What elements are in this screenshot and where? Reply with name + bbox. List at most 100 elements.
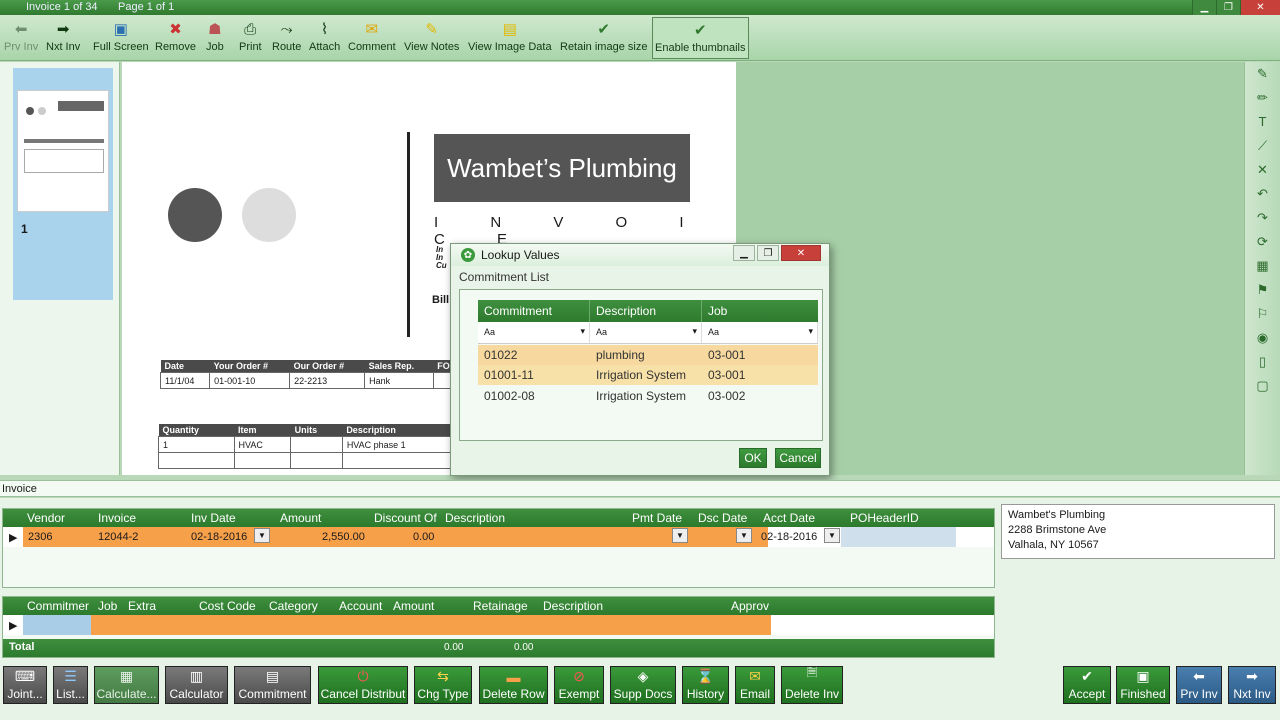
inv-date-cell[interactable]: 02-18-2016 bbox=[191, 531, 247, 543]
email-button[interactable]: ✉ Email bbox=[735, 666, 775, 704]
comment-button[interactable]: ✉ Comment bbox=[348, 17, 396, 59]
invoice-cell[interactable]: 12044-2 bbox=[98, 531, 138, 543]
column-job[interactable]: Job bbox=[702, 300, 818, 322]
paperclip-icon: ⌇ bbox=[320, 20, 329, 38]
restore-icon[interactable]: ❐ bbox=[1216, 0, 1240, 15]
list-button[interactable]: ☰ List... bbox=[53, 666, 88, 704]
discount-cell[interactable]: 0.00 bbox=[413, 531, 434, 543]
row-indicator: ▶ bbox=[9, 620, 18, 632]
finished-button[interactable]: ▣ Finished bbox=[1116, 666, 1170, 704]
page-thumbnail[interactable]: 1 bbox=[13, 68, 113, 300]
calculate-button[interactable]: ▦ Calculate... bbox=[94, 666, 159, 704]
bill-to-label: Bill bbox=[432, 294, 450, 306]
prev-invoice-button[interactable]: ⬅ Prv Inv bbox=[4, 17, 38, 59]
row-indicator: ▶ bbox=[9, 532, 18, 544]
close-icon[interactable]: ✕ bbox=[1240, 0, 1280, 15]
column-description[interactable]: Description bbox=[590, 300, 702, 322]
change-type-icon: ⇆ bbox=[437, 668, 449, 684]
view-image-data-button[interactable]: ▤ View Image Data bbox=[468, 17, 552, 59]
attach-button[interactable]: ⌇ Attach bbox=[309, 17, 340, 59]
remove-button[interactable]: ✖ Remove bbox=[155, 17, 196, 59]
table-row[interactable]: ▶ 2306 12044-2 02-18-2016 ▼ 2,550.00 0.0… bbox=[3, 527, 994, 547]
amount-cell[interactable]: 2,550.00 bbox=[322, 531, 365, 543]
rotate-icon[interactable]: ⟳ bbox=[1251, 233, 1275, 251]
column-commitment[interactable]: Commitment bbox=[478, 300, 590, 322]
commitment-filter[interactable]: Aa bbox=[478, 322, 590, 343]
restore-icon[interactable]: ❐ bbox=[757, 245, 779, 261]
minimize-icon[interactable]: ▁ bbox=[1192, 0, 1216, 15]
history-button[interactable]: ⌛ History bbox=[682, 666, 729, 704]
frame-icon[interactable]: ▢ bbox=[1251, 377, 1275, 395]
cancel-distribution-button[interactable]: ⏻ Cancel Distribut bbox=[318, 666, 408, 704]
enable-thumbnails-toggle[interactable]: ✔ Enable thumbnails bbox=[652, 17, 749, 59]
next-invoice-bottom-button[interactable]: ➡ Nxt Inv bbox=[1228, 666, 1276, 704]
job-filter[interactable]: Aa bbox=[702, 322, 818, 343]
invoice-grid-header: Vendor Invoice Inv Date Amount Discount … bbox=[3, 509, 994, 527]
tag-icon[interactable]: ⚐ bbox=[1251, 305, 1275, 323]
prev-invoice-bottom-button[interactable]: ⬅ Prv Inv bbox=[1176, 666, 1222, 704]
description-filter[interactable]: Aa bbox=[590, 322, 702, 343]
inv-date-dropdown[interactable]: ▼ bbox=[254, 528, 270, 543]
erase-icon[interactable]: ◉ bbox=[1251, 329, 1275, 347]
change-type-button[interactable]: ⇆ Chg Type bbox=[414, 666, 472, 704]
table-row[interactable]: ▶ bbox=[3, 615, 994, 635]
notes-icon: ✎ bbox=[425, 20, 438, 38]
acct-date-dropdown[interactable]: ▼ bbox=[824, 528, 840, 543]
route-icon: ⤳ bbox=[280, 20, 293, 38]
text-icon[interactable]: T bbox=[1251, 113, 1275, 131]
accept-button[interactable]: ✔ Accept bbox=[1063, 666, 1111, 704]
view-notes-button[interactable]: ✎ View Notes bbox=[404, 17, 459, 59]
acct-date-cell[interactable]: 02-18-2016 bbox=[761, 531, 817, 543]
commitment-button[interactable]: ▤ Commitment bbox=[234, 666, 311, 704]
list-item[interactable]: 01002-08 Irrigation System 03-002 bbox=[478, 386, 818, 406]
stamp-icon[interactable]: ⚑ bbox=[1251, 281, 1275, 299]
undo-icon[interactable]: ↶ bbox=[1251, 185, 1275, 203]
main-toolbar: ⬅ Prv Inv ➡ Nxt Inv ▣ Full Screen ✖ Remove ☗… bbox=[0, 15, 1280, 61]
delete-row-icon: ▬ bbox=[506, 669, 521, 685]
exempt-button[interactable]: ⊘ Exempt bbox=[554, 666, 604, 704]
minimize-icon[interactable]: ▁ bbox=[733, 245, 755, 261]
list-item[interactable]: 01001-11 Irrigation System 03-001 bbox=[478, 365, 818, 385]
grid-icon[interactable]: ▦ bbox=[1251, 257, 1275, 275]
highlight-icon[interactable]: ✏ bbox=[1251, 89, 1275, 107]
logo-circle-light bbox=[242, 188, 296, 242]
filter-row: Aa Aa Aa bbox=[478, 322, 818, 344]
pmt-date-dropdown[interactable]: ▼ bbox=[672, 528, 688, 543]
dsc-date-dropdown[interactable]: ▼ bbox=[736, 528, 752, 543]
lookup-values-dialog: ✿ Lookup Values ▁ ❐ ✕ Commitment List Co… bbox=[450, 243, 830, 476]
pen-icon[interactable]: ✎ bbox=[1251, 65, 1275, 83]
job-icon: ☗ bbox=[208, 20, 222, 38]
redo-icon[interactable]: ↷ bbox=[1251, 209, 1275, 227]
email-icon: ✉ bbox=[749, 668, 761, 684]
page-icon[interactable]: ▯ bbox=[1251, 353, 1275, 371]
print-button[interactable]: ⎙ Print bbox=[239, 17, 262, 59]
finished-icon: ▣ bbox=[1136, 668, 1150, 684]
cancel-button[interactable]: Cancel bbox=[775, 448, 821, 468]
route-button[interactable]: ⤳ Route bbox=[272, 17, 301, 59]
delete-icon[interactable]: ✕ bbox=[1251, 161, 1275, 179]
next-invoice-button[interactable]: ➡ Nxt Inv bbox=[46, 17, 80, 59]
vendor-address-box: Wambet's Plumbing 2288 Brimstone Ave Val… bbox=[1001, 504, 1275, 559]
supp-docs-button[interactable]: ◈ Supp Docs bbox=[610, 666, 676, 704]
document-divider bbox=[407, 132, 410, 337]
joint-button[interactable]: ⌨ Joint... bbox=[3, 666, 47, 704]
calculator-button[interactable]: ▥ Calculator bbox=[165, 666, 228, 704]
print-icon: ⎙ bbox=[244, 20, 257, 38]
job-button[interactable]: ☗ Job bbox=[206, 17, 224, 59]
invoice-grid: Vendor Invoice Inv Date Amount Discount … bbox=[2, 508, 995, 588]
delete-invoice-button[interactable]: 🗎 Delete Inv bbox=[781, 666, 843, 704]
distribution-grid-header: Commitmer Job Extra Cost Code Category A… bbox=[3, 597, 994, 615]
total-row: Total 0.00 0.00 bbox=[3, 639, 994, 657]
order-table: Date Your Order # Our Order # Sales Rep. FO … bbox=[159, 360, 461, 389]
delete-row-button[interactable]: ▬ Delete Row bbox=[479, 666, 548, 704]
ok-button[interactable]: OK bbox=[739, 448, 767, 468]
close-icon[interactable]: ✕ bbox=[781, 245, 821, 261]
logo-circle-dark bbox=[168, 188, 222, 242]
arrow-left-icon: ⬅ bbox=[14, 20, 28, 38]
vendor-cell[interactable]: 2306 bbox=[28, 531, 52, 543]
retain-image-size-toggle[interactable]: ✔ Retain image size bbox=[560, 17, 647, 59]
line-icon[interactable]: ⟋ bbox=[1251, 137, 1275, 155]
list-item[interactable]: 01022 plumbing 03-001 bbox=[478, 345, 818, 365]
full-screen-button[interactable]: ▣ Full Screen bbox=[93, 17, 149, 59]
power-icon: ⏻ bbox=[357, 668, 369, 684]
